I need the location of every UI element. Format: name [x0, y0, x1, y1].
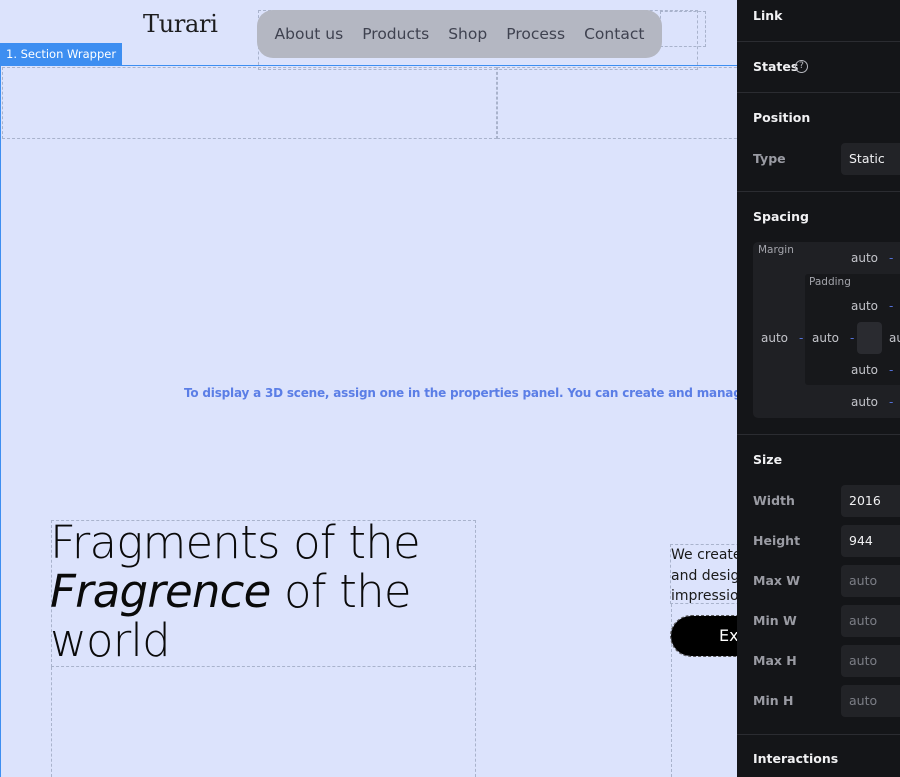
margin-bottom-input[interactable]: auto [851, 395, 878, 409]
hero-line-1: Fragments of the [50, 516, 421, 569]
width-input[interactable]: 2016 [841, 485, 900, 517]
nav-item-process[interactable]: Process [506, 25, 565, 43]
hero-line-3: world [50, 614, 171, 667]
padding-right-input[interactable]: au [889, 331, 900, 345]
header-cell-outline [497, 67, 737, 139]
min-width-label: Min W [753, 613, 797, 628]
nav-item-shop[interactable]: Shop [448, 25, 487, 43]
link-section-title[interactable]: Link [753, 8, 782, 23]
max-width-label: Max W [753, 573, 801, 588]
margin-left-separator: - [799, 331, 804, 345]
height-label: Height [753, 533, 801, 548]
padding-bottom-separator: - [889, 363, 894, 377]
design-canvas[interactable]: Turari About us Products Shop Process Co… [0, 0, 737, 777]
hero-line-2-rest: of the [270, 565, 412, 618]
padding-top-input[interactable]: auto [851, 299, 878, 313]
max-width-input[interactable]: auto [841, 565, 900, 597]
margin-top-input[interactable]: auto [851, 251, 878, 265]
brand-logo[interactable]: Turari [143, 10, 218, 38]
padding-left-input[interactable]: auto [812, 331, 839, 345]
description-line: impressio [671, 588, 737, 604]
description-line: We create [671, 547, 737, 563]
scene-placeholder-hint: To display a 3D scene, assign one in the… [184, 386, 737, 400]
selection-outline-top [0, 65, 737, 66]
max-height-input[interactable]: auto [841, 645, 900, 677]
properties-panel: Link States ? Position Type Static Spaci… [737, 0, 900, 777]
nav-item-contact[interactable]: Contact [584, 25, 644, 43]
content-box [857, 322, 882, 354]
min-width-input[interactable]: auto [841, 605, 900, 637]
min-height-input[interactable]: auto [841, 685, 900, 717]
position-section-title: Position [753, 110, 811, 125]
nav-item-outline [660, 11, 706, 47]
selection-label[interactable]: 1. Section Wrapper [0, 43, 123, 65]
margin-top-separator: - [889, 251, 894, 265]
nav-item-products[interactable]: Products [362, 25, 429, 43]
hero-description[interactable]: We create and desig impressio [671, 545, 737, 607]
hero-line-2: Fragrence of the [50, 567, 420, 616]
padding-left-separator: - [850, 331, 855, 345]
padding-top-separator: - [889, 299, 894, 313]
states-section-title[interactable]: States [753, 59, 798, 74]
description-line: and desig [671, 567, 737, 584]
min-height-label: Min H [753, 693, 794, 708]
header-cell-outline [2, 67, 497, 139]
position-type-label: Type [753, 151, 786, 166]
interactions-section-title[interactable]: Interactions [753, 751, 838, 766]
hero-column-guide [51, 667, 52, 777]
selection-outline-left [0, 65, 1, 777]
max-height-label: Max H [753, 653, 797, 668]
size-section-title: Size [753, 452, 783, 467]
nav-item-about[interactable]: About us [275, 25, 344, 43]
width-label: Width [753, 493, 795, 508]
hero-column-guide [475, 667, 476, 777]
margin-left-input[interactable]: auto [761, 331, 788, 345]
margin-label: Margin [758, 244, 794, 256]
main-nav: About us Products Shop Process Contact [257, 10, 662, 58]
spacing-section-title: Spacing [753, 209, 809, 224]
hero-heading[interactable]: Fragments of the Fragrence of the world [50, 516, 421, 667]
position-type-select[interactable]: Static [841, 143, 900, 175]
padding-bottom-input[interactable]: auto [851, 363, 878, 377]
height-input[interactable]: 944 [841, 525, 900, 557]
position-section [737, 92, 900, 191]
cta-button[interactable]: Ex [670, 615, 737, 657]
padding-label: Padding [809, 276, 851, 288]
help-icon[interactable]: ? [795, 60, 808, 73]
hero-italic-word: Fragrence [50, 565, 271, 618]
margin-bottom-separator: - [889, 395, 894, 409]
